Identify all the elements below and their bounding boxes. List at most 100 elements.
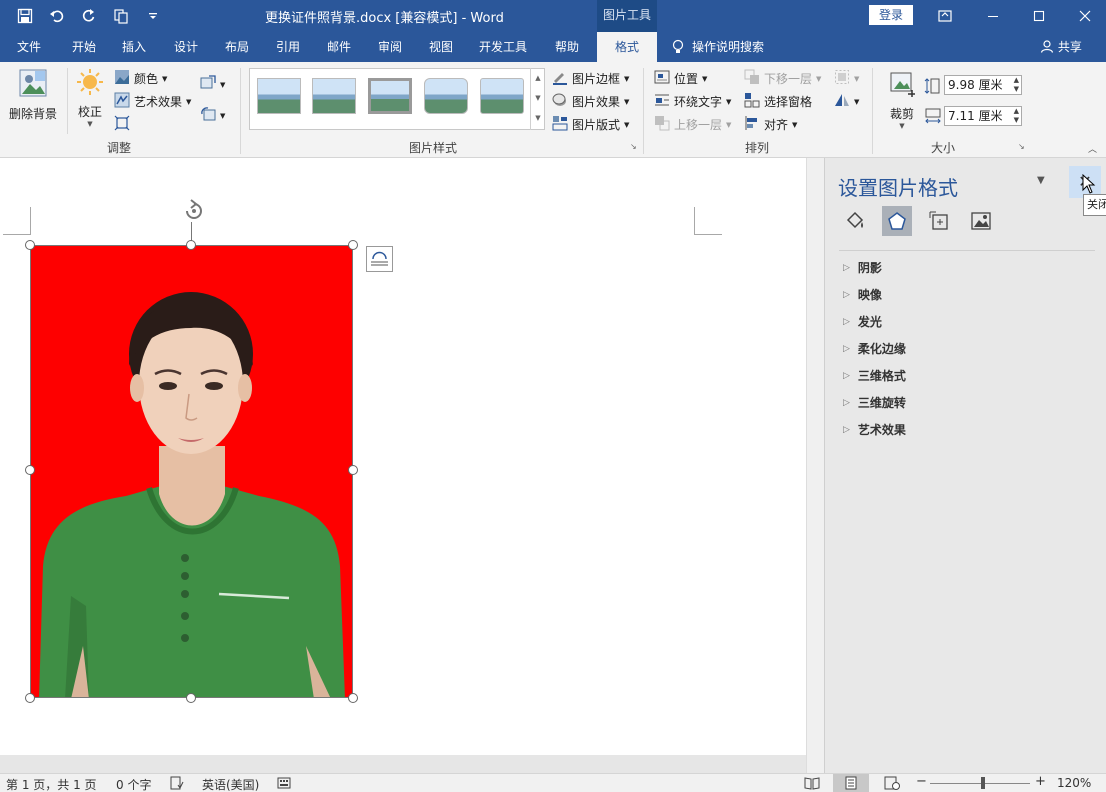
tab-insert[interactable]: 插入 xyxy=(110,32,158,62)
picture-icon[interactable] xyxy=(966,206,996,236)
proofing-icon[interactable] xyxy=(170,776,184,792)
resize-handle-top-left[interactable] xyxy=(25,240,35,250)
wrap-text-button[interactable]: 环绕文字 ▼ xyxy=(654,92,731,111)
vertical-scrollbar[interactable] xyxy=(806,158,824,773)
resize-handle-left[interactable] xyxy=(25,465,35,475)
width-spinner-icon[interactable]: ▲ ▼ xyxy=(1014,107,1019,125)
gallery-scroll[interactable]: ▲ ▼ ▼ xyxy=(530,68,545,130)
picture-style-5[interactable] xyxy=(480,78,524,114)
rotate-button[interactable]: ▼ xyxy=(834,92,859,111)
margin-corner-top-right xyxy=(694,207,722,235)
zoom-slider-thumb[interactable] xyxy=(981,777,985,789)
ribbon-display-options-icon[interactable] xyxy=(922,0,968,32)
position-button[interactable]: 位置 ▼ xyxy=(654,69,707,88)
section-shadow[interactable]: ▷ 阴影 xyxy=(843,254,906,281)
login-button[interactable]: 登录 xyxy=(869,5,913,25)
word-count[interactable]: 0 个字 xyxy=(116,776,151,792)
picture-style-2[interactable] xyxy=(312,78,356,114)
align-button[interactable]: 对齐 ▼ xyxy=(744,115,797,134)
tab-developer[interactable]: 开发工具 xyxy=(470,32,536,62)
tab-layout[interactable]: 布局 xyxy=(213,32,261,62)
tab-home[interactable]: 开始 xyxy=(58,32,110,62)
artistic-effects-icon xyxy=(114,92,130,111)
resize-handle-bottom[interactable] xyxy=(186,693,196,703)
tab-references[interactable]: 引用 xyxy=(264,32,312,62)
tab-review[interactable]: 审阅 xyxy=(366,32,414,62)
change-picture-button[interactable]: ▼ xyxy=(200,75,225,94)
crop-button[interactable]: 裁剪 ▼ xyxy=(884,70,920,130)
tab-file[interactable]: 文件 xyxy=(6,32,52,62)
selection-pane-button[interactable]: 选择窗格 xyxy=(744,92,812,111)
undo-icon[interactable] xyxy=(46,5,68,27)
size-properties-icon[interactable] xyxy=(924,206,954,236)
group-objects-button[interactable]: ▼ xyxy=(834,69,859,88)
gallery-more-icon[interactable]: ▼ xyxy=(531,108,545,128)
height-field[interactable]: 9.98 厘米 ▲ ▼ xyxy=(944,75,1022,95)
print-layout-icon[interactable] xyxy=(833,774,869,792)
reset-picture-button[interactable]: ▼ xyxy=(200,106,225,125)
zoom-level[interactable]: 120% xyxy=(1057,776,1091,790)
section-3d-rotation[interactable]: ▷ 三维旋转 xyxy=(843,389,906,416)
language-status[interactable]: 英语(美国) xyxy=(202,776,259,792)
redo-icon[interactable] xyxy=(78,5,100,27)
resize-handle-top-right[interactable] xyxy=(348,240,358,250)
tab-view[interactable]: 视图 xyxy=(417,32,465,62)
width-field[interactable]: 7.11 厘米 ▲ ▼ xyxy=(944,106,1022,126)
height-spinner-icon[interactable]: ▲ ▼ xyxy=(1014,76,1019,94)
fill-line-icon[interactable] xyxy=(840,206,870,236)
resize-handle-bottom-left[interactable] xyxy=(25,693,35,703)
macro-record-icon[interactable] xyxy=(277,776,291,792)
dialog-launcher-icon[interactable]: ↘ xyxy=(630,142,637,151)
section-glow[interactable]: ▷ 发光 xyxy=(843,308,906,335)
save-icon[interactable] xyxy=(14,5,36,27)
rotate-handle-icon[interactable] xyxy=(181,198,207,229)
wrap-text-label: 环绕文字 xyxy=(674,95,723,109)
resize-handle-top[interactable] xyxy=(186,240,196,250)
picture-style-4[interactable] xyxy=(424,78,468,114)
compress-pictures-button[interactable] xyxy=(114,115,130,134)
gallery-up-icon[interactable]: ▲ xyxy=(531,68,545,88)
pane-options-icon[interactable]: ▼ xyxy=(1037,175,1045,186)
picture-style-3[interactable] xyxy=(368,78,412,114)
tab-format[interactable]: 格式 xyxy=(597,32,657,62)
section-3d-format[interactable]: ▷ 三维格式 xyxy=(843,362,906,389)
resize-handle-bottom-right[interactable] xyxy=(348,693,358,703)
touch-mode-icon[interactable] xyxy=(110,5,132,27)
layout-options-button[interactable] xyxy=(366,246,393,272)
send-backward-button[interactable]: 下移一层 ▼ xyxy=(744,69,821,88)
remove-background-button[interactable]: 删除背景 xyxy=(6,68,60,122)
zoom-in-icon[interactable]: + xyxy=(1035,774,1046,789)
color-button[interactable]: 颜色 ▼ xyxy=(114,69,167,88)
effects-icon[interactable] xyxy=(882,206,912,236)
picture-effects-button[interactable]: 图片效果 ▼ xyxy=(552,92,629,111)
customize-icon[interactable] xyxy=(142,5,164,27)
read-mode-icon[interactable] xyxy=(804,776,820,792)
corrections-button[interactable]: 校正 ▼ xyxy=(72,68,108,128)
picture-border-button[interactable]: 图片边框 ▼ xyxy=(552,69,629,88)
maximize-icon[interactable] xyxy=(1016,0,1062,32)
picture-style-1[interactable] xyxy=(257,78,301,114)
section-artistic-effects[interactable]: ▷ 艺术效果 xyxy=(843,416,906,443)
picture-layout-button[interactable]: 图片版式 ▼ xyxy=(552,115,629,134)
selection-pane-label: 选择窗格 xyxy=(764,95,813,109)
artistic-effects-button[interactable]: 艺术效果 ▼ xyxy=(114,92,191,111)
tab-mailings[interactable]: 邮件 xyxy=(315,32,363,62)
collapse-ribbon-icon[interactable]: ︿ xyxy=(1088,142,1097,155)
share-button[interactable]: 共享 xyxy=(1040,32,1082,62)
gallery-down-icon[interactable]: ▼ xyxy=(531,88,545,108)
section-soft-edges[interactable]: ▷ 柔化边缘 xyxy=(843,335,906,362)
zoom-slider[interactable] xyxy=(930,783,1030,784)
minimize-icon[interactable] xyxy=(970,0,1016,32)
tab-help[interactable]: 帮助 xyxy=(542,32,592,62)
tab-design[interactable]: 设计 xyxy=(162,32,210,62)
resize-handle-right[interactable] xyxy=(348,465,358,475)
bring-forward-button[interactable]: 上移一层 ▼ xyxy=(654,115,731,134)
close-window-icon[interactable] xyxy=(1062,0,1106,32)
web-layout-icon[interactable] xyxy=(884,776,900,792)
zoom-out-icon[interactable]: − xyxy=(916,774,927,789)
page-count[interactable]: 第 1 页，共 1 页 xyxy=(6,776,97,792)
section-reflection[interactable]: ▷ 映像 xyxy=(843,281,906,308)
id-photo[interactable] xyxy=(30,245,353,698)
tell-me-search[interactable]: 操作说明搜索 xyxy=(672,32,764,62)
size-dialog-launcher-icon[interactable]: ↘ xyxy=(1018,142,1025,151)
